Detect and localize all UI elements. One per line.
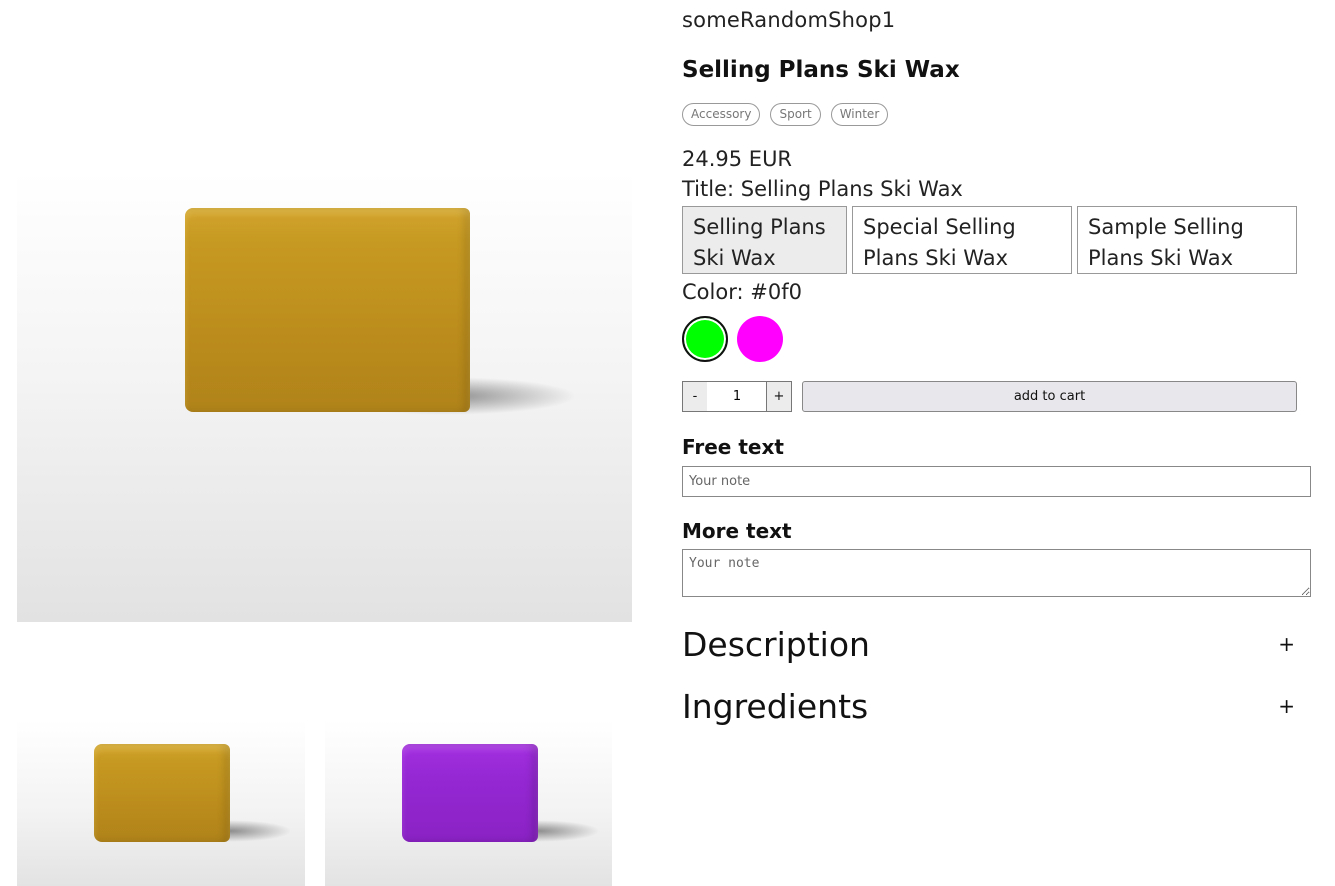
product-price: 24.95 EUR	[682, 147, 793, 171]
title-option-value: Selling Plans Ski Wax	[740, 177, 963, 201]
quantity-decrease-button[interactable]: -	[682, 381, 708, 412]
color-swatch-magenta[interactable]	[737, 316, 783, 362]
gold-wax-block	[185, 208, 470, 412]
more-text-label: More text	[682, 519, 792, 543]
product-title: Selling Plans Ski Wax	[682, 57, 960, 83]
title-option-name: Title:	[682, 177, 735, 201]
tag-list: Accessory Sport Winter	[682, 103, 889, 126]
title-option-label: Title: Selling Plans Ski Wax	[682, 177, 963, 201]
quantity-input[interactable]	[707, 381, 767, 412]
color-option-value: #0f0	[750, 280, 802, 304]
description-heading: Description	[682, 624, 870, 664]
expand-plus-icon[interactable]: +	[1278, 632, 1295, 656]
variant-special-selling-plans-ski-wax[interactable]: Special Selling Plans Ski Wax	[852, 206, 1072, 274]
tag-winter[interactable]: Winter	[830, 103, 889, 126]
expand-plus-icon[interactable]: +	[1278, 694, 1295, 718]
thumbnail-purple-wax[interactable]	[325, 720, 612, 886]
description-accordion[interactable]: Description +	[682, 619, 1297, 669]
color-option-label: Color: #0f0	[682, 280, 802, 304]
variant-sample-selling-plans-ski-wax[interactable]: Sample Selling Plans Ski Wax	[1077, 206, 1297, 274]
tag-sport[interactable]: Sport	[770, 103, 821, 126]
shop-name[interactable]: someRandomShop1	[682, 8, 895, 32]
free-text-label: Free text	[682, 435, 784, 459]
color-option-name: Color:	[682, 280, 744, 304]
color-swatch-green[interactable]	[682, 316, 728, 362]
add-to-cart-button[interactable]: add to cart	[802, 381, 1297, 412]
purple-wax-block	[402, 744, 538, 842]
more-text-textarea[interactable]	[682, 549, 1311, 597]
thumbnail-gold-wax[interactable]	[17, 720, 305, 886]
variant-selling-plans-ski-wax[interactable]: Selling Plans Ski Wax	[682, 206, 847, 274]
ingredients-accordion[interactable]: Ingredients +	[682, 681, 1297, 731]
main-product-image[interactable]	[17, 172, 632, 622]
tag-accessory[interactable]: Accessory	[682, 103, 761, 126]
free-text-input[interactable]	[682, 466, 1311, 497]
gold-wax-block	[94, 744, 230, 842]
quantity-increase-button[interactable]: +	[766, 381, 792, 412]
ingredients-heading: Ingredients	[682, 686, 869, 726]
